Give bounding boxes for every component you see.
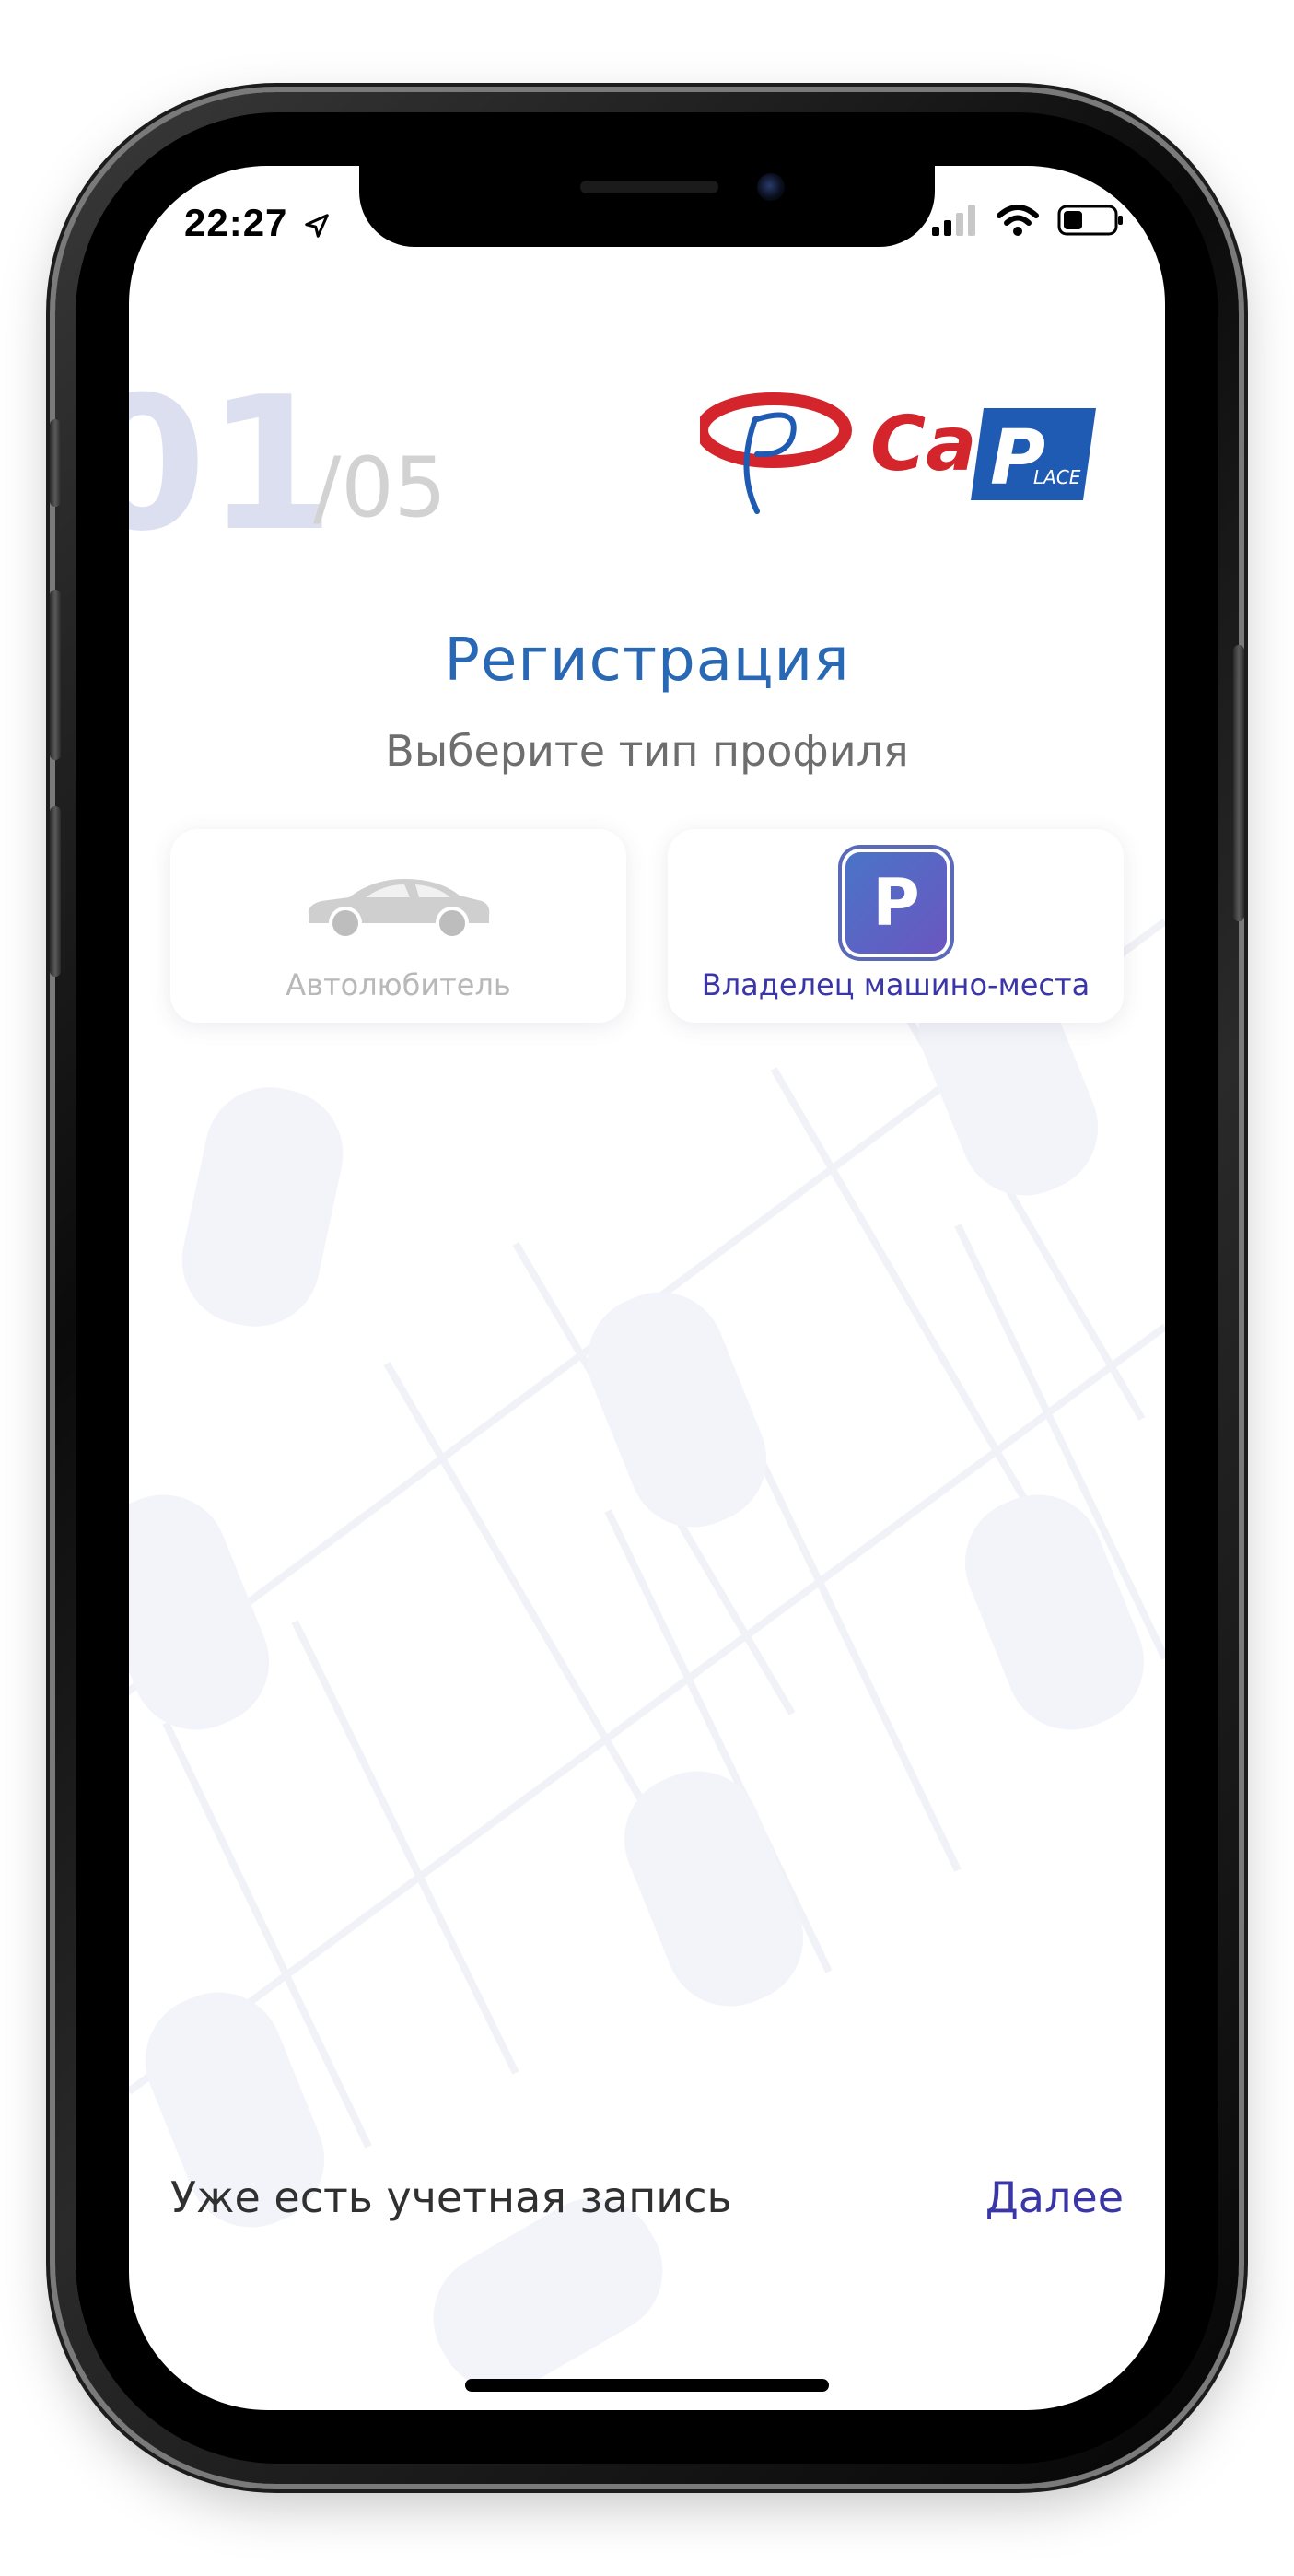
step-total: /05 [313, 439, 447, 536]
svg-text:P: P [990, 415, 1045, 502]
step-current: 01 [129, 357, 335, 572]
parking-icon: P [845, 852, 947, 954]
front-camera [757, 173, 785, 201]
speaker-grille [580, 181, 718, 193]
next-button[interactable]: Далее [985, 2172, 1124, 2222]
already-have-account-link[interactable]: Уже есть учетная запись [170, 2172, 732, 2222]
volume-down-button [50, 806, 61, 977]
wifi-icon [997, 205, 1039, 236]
profile-option-parking-owner[interactable]: P Владелец машино-места [668, 829, 1124, 1023]
svg-text:LACE: LACE [1033, 466, 1081, 488]
location-arrow-icon [305, 214, 329, 238]
app-screen: 22:27 01 /05 Car P LACE Регистрация Выбе… [129, 166, 1165, 2410]
notch [359, 166, 935, 247]
carplace-logo: Car P LACE [700, 392, 1096, 514]
mute-switch [50, 419, 61, 507]
profile-option-driver-label: Автолюбитель [286, 967, 511, 1002]
status-time: 22:27 [184, 201, 331, 245]
registration-subtitle: Выберите тип профиля [385, 726, 909, 776]
status-icons [932, 205, 1124, 236]
status-time-text: 22:27 [184, 201, 288, 244]
car-icon [308, 879, 490, 940]
home-indicator[interactable] [465, 2379, 829, 2392]
profile-option-driver[interactable]: Автолюбитель [170, 829, 626, 1023]
volume-up-button [50, 590, 61, 760]
cellular-signal-icon [932, 205, 975, 236]
battery-icon [1057, 205, 1123, 236]
registration-title: Регистрация [444, 626, 850, 695]
profile-option-parking-owner-label: Владелец машино-места [701, 967, 1090, 1002]
power-button [1233, 645, 1244, 921]
